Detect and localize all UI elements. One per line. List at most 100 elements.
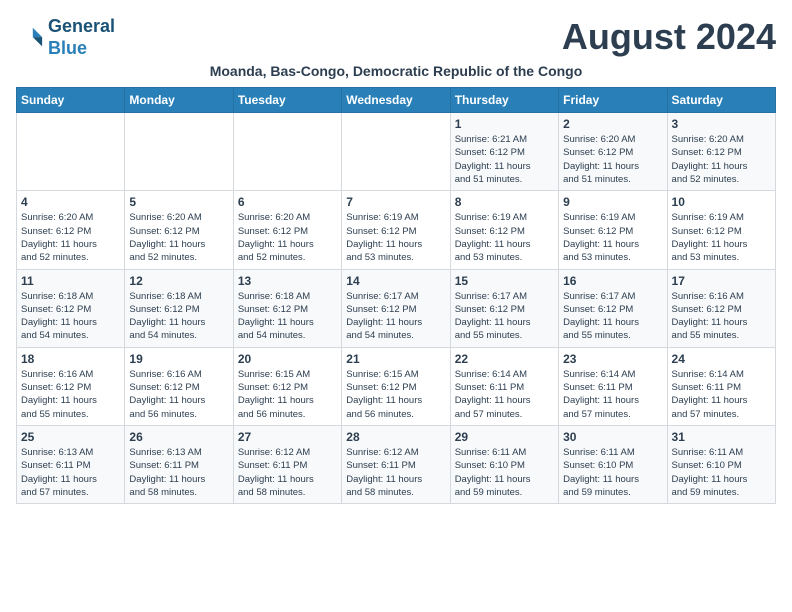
calendar-cell <box>342 113 450 191</box>
weekday-header-tuesday: Tuesday <box>233 88 341 113</box>
day-info: Sunrise: 6:19 AMSunset: 6:12 PMDaylight:… <box>672 211 771 264</box>
day-info: Sunrise: 6:16 AMSunset: 6:12 PMDaylight:… <box>672 290 771 343</box>
weekday-header-monday: Monday <box>125 88 233 113</box>
day-number: 16 <box>563 274 662 288</box>
week-row-5: 25 Sunrise: 6:13 AMSunset: 6:11 PMDayligh… <box>17 425 776 503</box>
day-number: 5 <box>129 195 228 209</box>
day-info: Sunrise: 6:11 AMSunset: 6:10 PMDaylight:… <box>455 446 554 499</box>
calendar-cell: 30Sunrise: 6:11 AMSunset: 6:10 PMDayligh… <box>559 425 667 503</box>
day-number: 25 <box>21 430 120 444</box>
logo: General Blue <box>16 16 115 59</box>
calendar-cell: 10 Sunrise: 6:19 AMSunset: 6:12 PMDayligh… <box>667 191 775 269</box>
weekday-header-wednesday: Wednesday <box>342 88 450 113</box>
calendar-cell: 29Sunrise: 6:11 AMSunset: 6:10 PMDayligh… <box>450 425 558 503</box>
day-info: Sunrise: 6:20 AMSunset: 6:12 PMDaylight:… <box>672 133 771 186</box>
calendar-cell: 2Sunrise: 6:20 AMSunset: 6:12 PMDaylight… <box>559 113 667 191</box>
day-info: Sunrise: 6:16 AMSunset: 6:12 PMDaylight:… <box>129 368 228 421</box>
day-info: Sunrise: 6:12 AMSunset: 6:11 PMDaylight:… <box>238 446 337 499</box>
week-row-3: 11 Sunrise: 6:18 AMSunset: 6:12 PMDayligh… <box>17 269 776 347</box>
day-number: 17 <box>672 274 771 288</box>
day-number: 31 <box>672 430 771 444</box>
day-number: 14 <box>346 274 445 288</box>
calendar-cell: 16 Sunrise: 6:17 AMSunset: 6:12 PMDayligh… <box>559 269 667 347</box>
calendar-cell: 4 Sunrise: 6:20 AMSunset: 6:12 PMDaylight… <box>17 191 125 269</box>
logo-text: General Blue <box>48 16 115 59</box>
day-info: Sunrise: 6:21 AMSunset: 6:12 PMDaylight:… <box>455 133 554 186</box>
calendar-table: SundayMondayTuesdayWednesdayThursdayFrid… <box>16 87 776 504</box>
week-row-4: 18 Sunrise: 6:16 AMSunset: 6:12 PMDayligh… <box>17 347 776 425</box>
day-info: Sunrise: 6:15 AMSunset: 6:12 PMDaylight:… <box>346 368 445 421</box>
calendar-cell: 22 Sunrise: 6:14 AMSunset: 6:11 PMDayligh… <box>450 347 558 425</box>
calendar-cell: 25Sunrise: 6:13 AMSunset: 6:11 PMDayligh… <box>17 425 125 503</box>
day-info: Sunrise: 6:18 AMSunset: 6:12 PMDaylight:… <box>21 290 120 343</box>
day-info: Sunrise: 6:11 AMSunset: 6:10 PMDaylight:… <box>563 446 662 499</box>
day-number: 6 <box>238 195 337 209</box>
calendar-cell: 13Sunrise: 6:18 AMSunset: 6:12 PMDayligh… <box>233 269 341 347</box>
day-number: 19 <box>129 352 228 366</box>
calendar-cell: 11 Sunrise: 6:18 AMSunset: 6:12 PMDayligh… <box>17 269 125 347</box>
weekday-header-friday: Friday <box>559 88 667 113</box>
calendar-cell: 18 Sunrise: 6:16 AMSunset: 6:12 PMDayligh… <box>17 347 125 425</box>
day-number: 21 <box>346 352 445 366</box>
day-info: Sunrise: 6:19 AMSunset: 6:12 PMDaylight:… <box>346 211 445 264</box>
weekday-header-row: SundayMondayTuesdayWednesdayThursdayFrid… <box>17 88 776 113</box>
day-info: Sunrise: 6:11 AMSunset: 6:10 PMDaylight:… <box>672 446 771 499</box>
calendar-cell: 7 Sunrise: 6:19 AMSunset: 6:12 PMDaylight… <box>342 191 450 269</box>
calendar-cell: 20Sunrise: 6:15 AMSunset: 6:12 PMDayligh… <box>233 347 341 425</box>
day-info: Sunrise: 6:16 AMSunset: 6:12 PMDaylight:… <box>21 368 120 421</box>
calendar-cell: 23Sunrise: 6:14 AMSunset: 6:11 PMDayligh… <box>559 347 667 425</box>
page-header: General Blue August 2024 <box>16 16 776 59</box>
day-info: Sunrise: 6:13 AMSunset: 6:11 PMDaylight:… <box>129 446 228 499</box>
day-number: 7 <box>346 195 445 209</box>
day-number: 11 <box>21 274 120 288</box>
day-info: Sunrise: 6:18 AMSunset: 6:12 PMDaylight:… <box>129 290 228 343</box>
day-number: 8 <box>455 195 554 209</box>
calendar-cell: 6 Sunrise: 6:20 AMSunset: 6:12 PMDaylight… <box>233 191 341 269</box>
day-number: 12 <box>129 274 228 288</box>
day-number: 9 <box>563 195 662 209</box>
week-row-2: 4 Sunrise: 6:20 AMSunset: 6:12 PMDaylight… <box>17 191 776 269</box>
day-info: Sunrise: 6:19 AMSunset: 6:12 PMDaylight:… <box>563 211 662 264</box>
day-number: 28 <box>346 430 445 444</box>
month-title: August 2024 <box>562 16 776 58</box>
day-number: 13 <box>238 274 337 288</box>
day-info: Sunrise: 6:17 AMSunset: 6:12 PMDaylight:… <box>563 290 662 343</box>
calendar-cell: 27 Sunrise: 6:12 AMSunset: 6:11 PMDayligh… <box>233 425 341 503</box>
day-number: 22 <box>455 352 554 366</box>
calendar-cell: 14Sunrise: 6:17 AMSunset: 6:12 PMDayligh… <box>342 269 450 347</box>
calendar-cell: 17 Sunrise: 6:16 AMSunset: 6:12 PMDayligh… <box>667 269 775 347</box>
day-number: 26 <box>129 430 228 444</box>
logo-icon <box>16 24 44 52</box>
calendar-cell: 3 Sunrise: 6:20 AMSunset: 6:12 PMDaylight… <box>667 113 775 191</box>
day-number: 15 <box>455 274 554 288</box>
weekday-header-thursday: Thursday <box>450 88 558 113</box>
day-number: 10 <box>672 195 771 209</box>
day-info: Sunrise: 6:14 AMSunset: 6:11 PMDaylight:… <box>672 368 771 421</box>
day-info: Sunrise: 6:20 AMSunset: 6:12 PMDaylight:… <box>238 211 337 264</box>
calendar-cell: 15 Sunrise: 6:17 AMSunset: 6:12 PMDayligh… <box>450 269 558 347</box>
calendar-cell: 24Sunrise: 6:14 AMSunset: 6:11 PMDayligh… <box>667 347 775 425</box>
week-row-1: 1Sunrise: 6:21 AMSunset: 6:12 PMDaylight… <box>17 113 776 191</box>
day-info: Sunrise: 6:12 AMSunset: 6:11 PMDaylight:… <box>346 446 445 499</box>
calendar-cell: 21 Sunrise: 6:15 AMSunset: 6:12 PMDayligh… <box>342 347 450 425</box>
day-number: 18 <box>21 352 120 366</box>
calendar-cell: 8 Sunrise: 6:19 AMSunset: 6:12 PMDaylight… <box>450 191 558 269</box>
calendar-cell: 26 Sunrise: 6:13 AMSunset: 6:11 PMDayligh… <box>125 425 233 503</box>
day-info: Sunrise: 6:14 AMSunset: 6:11 PMDaylight:… <box>455 368 554 421</box>
calendar-cell: 5Sunrise: 6:20 AMSunset: 6:12 PMDaylight… <box>125 191 233 269</box>
day-info: Sunrise: 6:20 AMSunset: 6:12 PMDaylight:… <box>21 211 120 264</box>
day-info: Sunrise: 6:17 AMSunset: 6:12 PMDaylight:… <box>455 290 554 343</box>
calendar-subtitle: Moanda, Bas-Congo, Democratic Republic o… <box>16 63 776 79</box>
day-number: 20 <box>238 352 337 366</box>
calendar-cell: 9 Sunrise: 6:19 AMSunset: 6:12 PMDaylight… <box>559 191 667 269</box>
calendar-cell <box>125 113 233 191</box>
day-number: 3 <box>672 117 771 131</box>
weekday-header-sunday: Sunday <box>17 88 125 113</box>
calendar-cell <box>17 113 125 191</box>
calendar-cell: 19 Sunrise: 6:16 AMSunset: 6:12 PMDayligh… <box>125 347 233 425</box>
day-number: 4 <box>21 195 120 209</box>
day-info: Sunrise: 6:19 AMSunset: 6:12 PMDaylight:… <box>455 211 554 264</box>
calendar-cell: 31 Sunrise: 6:11 AMSunset: 6:10 PMDayligh… <box>667 425 775 503</box>
day-number: 27 <box>238 430 337 444</box>
day-number: 2 <box>563 117 662 131</box>
